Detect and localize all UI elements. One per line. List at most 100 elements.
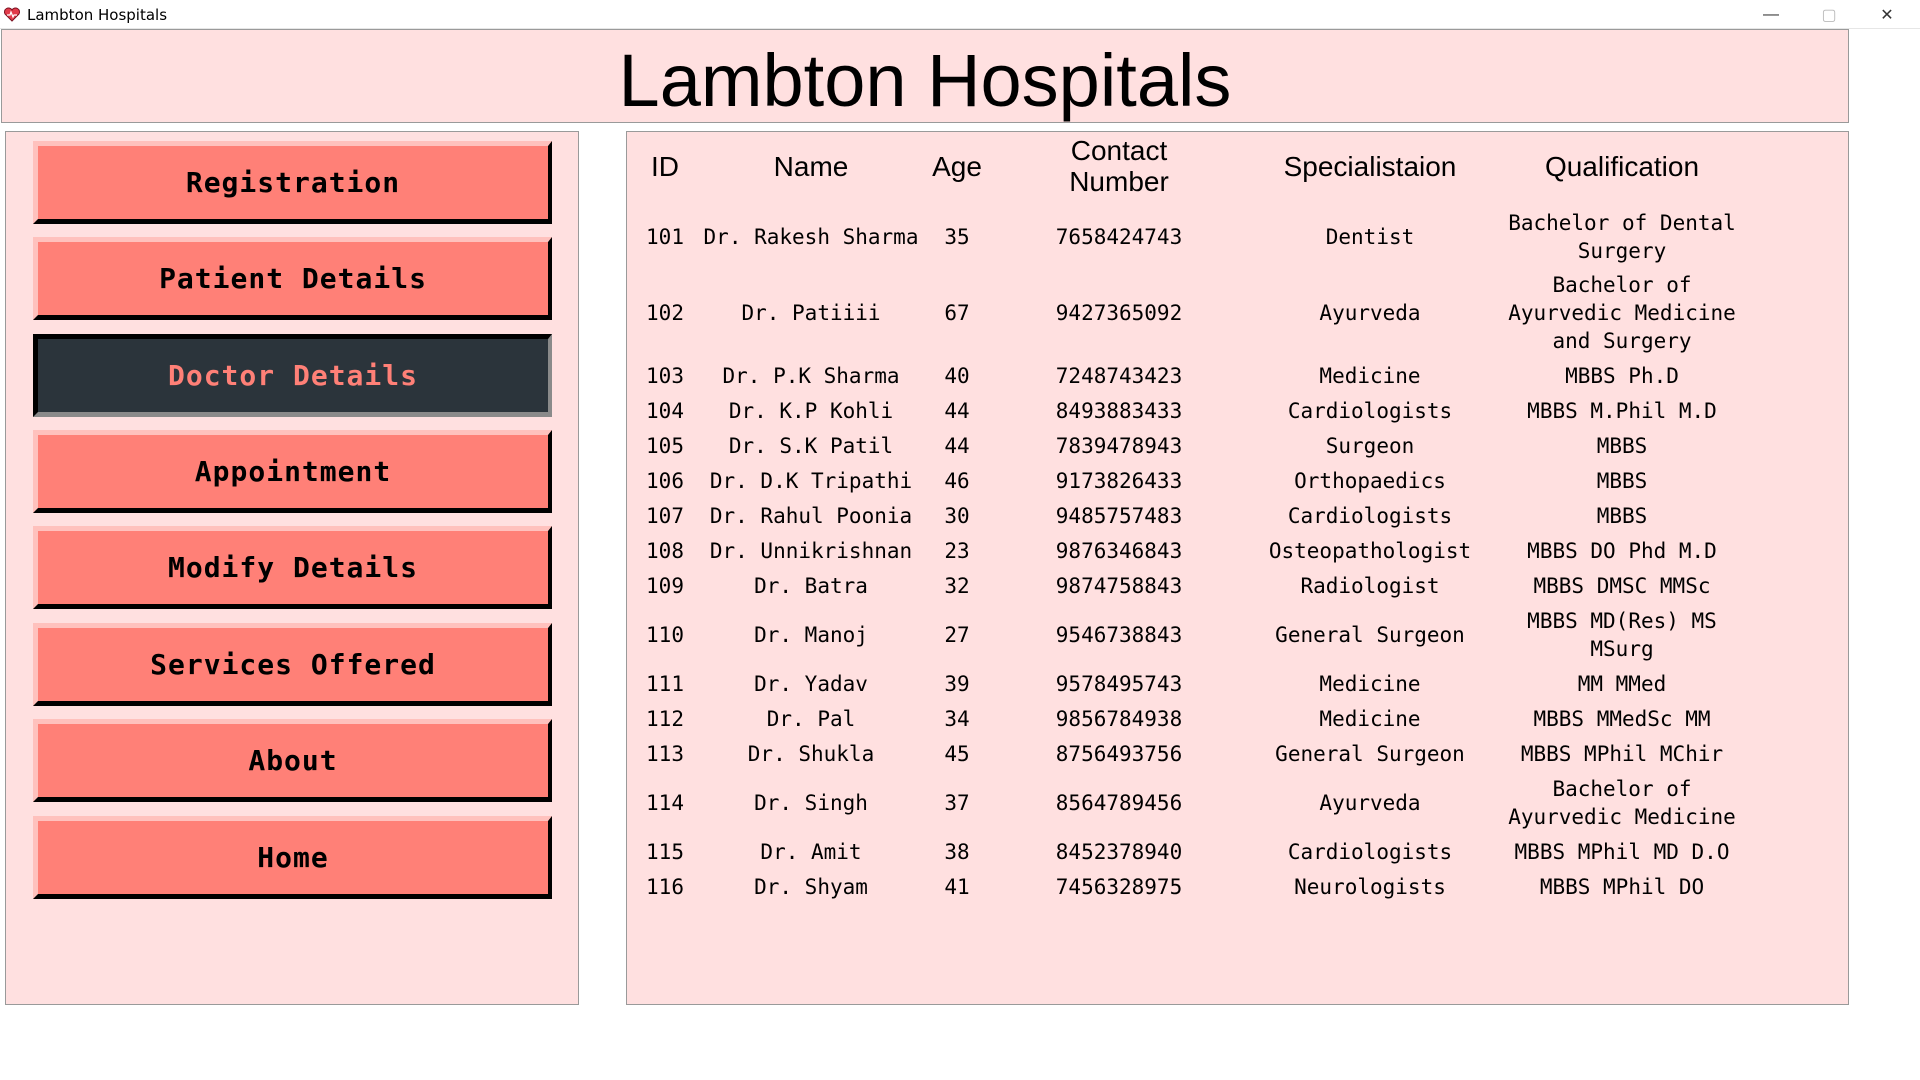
cell-id: 115 [646,840,684,864]
cell-age: 67 [944,301,970,325]
cell-name: Dr. S.K Patil [728,434,894,458]
cell-contact: 7658424743 [1055,225,1183,249]
cell-qualification: MBBS DMSC MMSc [1533,574,1711,598]
cell-id: 107 [646,504,684,528]
cell-age: 30 [944,504,970,528]
cell-name: Dr. Rakesh Sharma [703,225,919,249]
cell-qualification: Bachelor of Ayurvedic Medicine and Surge… [1508,273,1736,353]
cell-contact: 7839478943 [1055,434,1183,458]
cell-age: 45 [944,742,970,766]
cell-qualification: MBBS MPhil DO [1539,875,1705,899]
cell-qualification: MBBS M.Phil M.D [1527,399,1717,423]
cell-contact: 9874758843 [1055,574,1183,598]
cell-qualification: MM MMed [1577,672,1667,696]
cell-contact: 7248743423 [1055,364,1183,388]
cell-id: 104 [646,399,684,423]
home-button[interactable]: Home [33,816,552,899]
cell-qualification: MBBS Ph.D [1565,364,1679,388]
cell-contact: 9856784938 [1055,707,1183,731]
cell-id: 110 [646,623,684,647]
cell-contact: 9427365092 [1055,301,1183,325]
cell-name: Dr. Manoj [754,623,868,647]
header-qualification: Qualification [1544,151,1700,182]
sidebar: Registration Patient Details Doctor Deta… [5,131,579,1005]
cell-qualification: MBBS MD(Res) MS MSurg [1527,609,1717,661]
close-button[interactable]: ✕ [1858,0,1916,29]
cell-age: 41 [944,875,970,899]
cell-age: 44 [944,399,970,423]
cell-qualification: MBBS MPhil MChir [1520,742,1724,766]
services-offered-button[interactable]: Services Offered [33,623,552,706]
cell-specialization: General Surgeon [1275,742,1465,766]
patient-details-button[interactable]: Patient Details [33,237,552,320]
cell-specialization: General Surgeon [1275,623,1465,647]
appointment-button[interactable]: Appointment [33,430,552,513]
cell-age: 46 [944,469,970,493]
cell-name: Dr. K.P Kohli [728,399,894,423]
cell-specialization: Surgeon [1325,434,1415,458]
cell-specialization: Medicine [1319,672,1421,696]
cell-age: 23 [944,539,970,563]
cell-id: 111 [646,672,684,696]
cell-specialization: Medicine [1319,364,1421,388]
cell-name: Dr. P.K Sharma [722,364,900,388]
cell-contact: 8756493756 [1055,742,1183,766]
cell-name: Dr. Patiiii [741,301,881,325]
cell-contact: 7456328975 [1055,875,1183,899]
header-specialization: Specialistaion [1283,151,1457,182]
cell-age: 27 [944,623,970,647]
cell-specialization: Medicine [1319,707,1421,731]
cell-specialization: Radiologist [1300,574,1440,598]
header-id: ID [651,151,679,182]
cell-age: 35 [944,225,970,249]
cell-id: 112 [646,707,684,731]
cell-contact: 8493883433 [1055,399,1183,423]
cell-id: 103 [646,364,684,388]
app-header: Lambton Hospitals [1,29,1849,123]
cell-qualification: Bachelor of Dental Surgery [1508,211,1736,263]
cell-age: 44 [944,434,970,458]
cell-specialization: Neurologists [1294,875,1446,899]
cell-qualification: MBBS [1596,469,1648,493]
cell-id: 106 [646,469,684,493]
cell-specialization: Dentist [1325,225,1415,249]
cell-age: 34 [944,707,970,731]
cell-qualification: MBBS [1596,434,1648,458]
cell-qualification: MBBS MPhil MD D.O [1514,840,1730,864]
cell-name: Dr. Batra [754,574,868,598]
header-contact-number: Contact Number [1069,135,1169,197]
cell-age: 32 [944,574,970,598]
cell-name: Dr. Shyam [754,875,868,899]
cell-age: 40 [944,364,970,388]
cell-contact: 9546738843 [1055,623,1183,647]
cell-id: 102 [646,301,684,325]
cell-id: 101 [646,225,684,249]
window-titlebar: Lambton Hospitals — ▢ ✕ [0,0,1920,29]
cell-id: 113 [646,742,684,766]
about-button[interactable]: About [33,719,552,802]
maximize-button[interactable]: ▢ [1800,0,1858,29]
cell-specialization: Orthopaedics [1294,469,1446,493]
cell-age: 39 [944,672,970,696]
page-title: Lambton Hospitals [618,39,1232,122]
registration-button[interactable]: Registration [33,141,552,224]
cell-name: Dr. Unnikrishnan [709,539,913,563]
modify-details-button[interactable]: Modify Details [33,526,552,609]
cell-qualification: MBBS DO Phd M.D [1527,539,1717,563]
cell-contact: 9876346843 [1055,539,1183,563]
cell-contact: 8452378940 [1055,840,1183,864]
minimize-button[interactable]: — [1742,0,1800,29]
cell-id: 114 [646,791,684,815]
window-title: Lambton Hospitals [27,6,168,24]
cell-id: 105 [646,434,684,458]
cell-name: Dr. Amit [760,840,862,864]
cell-name: Dr. Singh [754,791,868,815]
header-name: Name [773,151,849,182]
cell-specialization: Ayurveda [1319,791,1421,815]
cell-id: 109 [646,574,684,598]
doctor-details-button[interactable]: Doctor Details [33,334,552,417]
doctor-table: ID Name Age Contact Number Specialistaio… [626,131,1849,1005]
cell-id: 108 [646,539,684,563]
cell-name: Dr. D.K Tripathi [709,469,913,493]
cell-specialization: Ayurveda [1319,301,1421,325]
